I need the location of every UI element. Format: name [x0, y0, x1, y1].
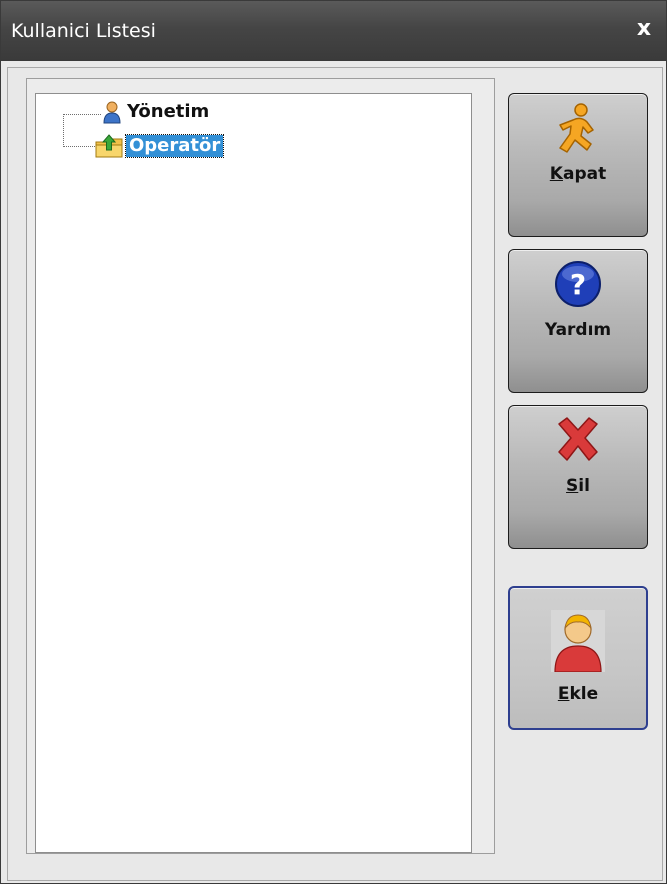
- delete-x-icon: [551, 414, 605, 474]
- title-bar[interactable]: Kullanici Listesi x: [1, 1, 666, 61]
- ekle-button[interactable]: Ekle: [508, 586, 648, 730]
- tree-connector: [63, 114, 101, 115]
- svg-text:?: ?: [570, 268, 586, 301]
- tree-frame: Yönetim Operatör: [26, 78, 495, 854]
- tree-connector: [63, 146, 95, 147]
- user-tree[interactable]: Yönetim Operatör: [35, 93, 472, 853]
- tree-node-yonetim[interactable]: Yönetim: [100, 100, 212, 124]
- running-man-icon: [551, 102, 605, 162]
- sil-label: Sil: [566, 476, 590, 496]
- add-user-icon: [551, 610, 605, 676]
- help-icon: ?: [551, 258, 605, 318]
- tree-node-operator[interactable]: Operatör: [94, 133, 225, 159]
- user-list-window: Kullanici Listesi x Yönetim Operatör Kap…: [0, 0, 667, 884]
- tree-node-label: Operatör: [124, 134, 225, 158]
- tree-connector: [63, 114, 64, 147]
- close-button[interactable]: x: [632, 15, 656, 43]
- user-icon: [100, 100, 124, 124]
- ekle-label: Ekle: [557, 684, 599, 704]
- folder-user-icon: [94, 133, 126, 159]
- kapat-label: Kapat: [549, 164, 607, 184]
- window-title: Kullanici Listesi: [11, 20, 156, 42]
- client-area: Yönetim Operatör Kapat ? Yardım Sil Ekle: [7, 67, 663, 881]
- kapat-button[interactable]: Kapat: [508, 93, 648, 237]
- sil-button[interactable]: Sil: [508, 405, 648, 549]
- tree-node-label: Yönetim: [127, 101, 210, 122]
- yardim-label: Yardım: [544, 320, 612, 340]
- yardim-button[interactable]: ? Yardım: [508, 249, 648, 393]
